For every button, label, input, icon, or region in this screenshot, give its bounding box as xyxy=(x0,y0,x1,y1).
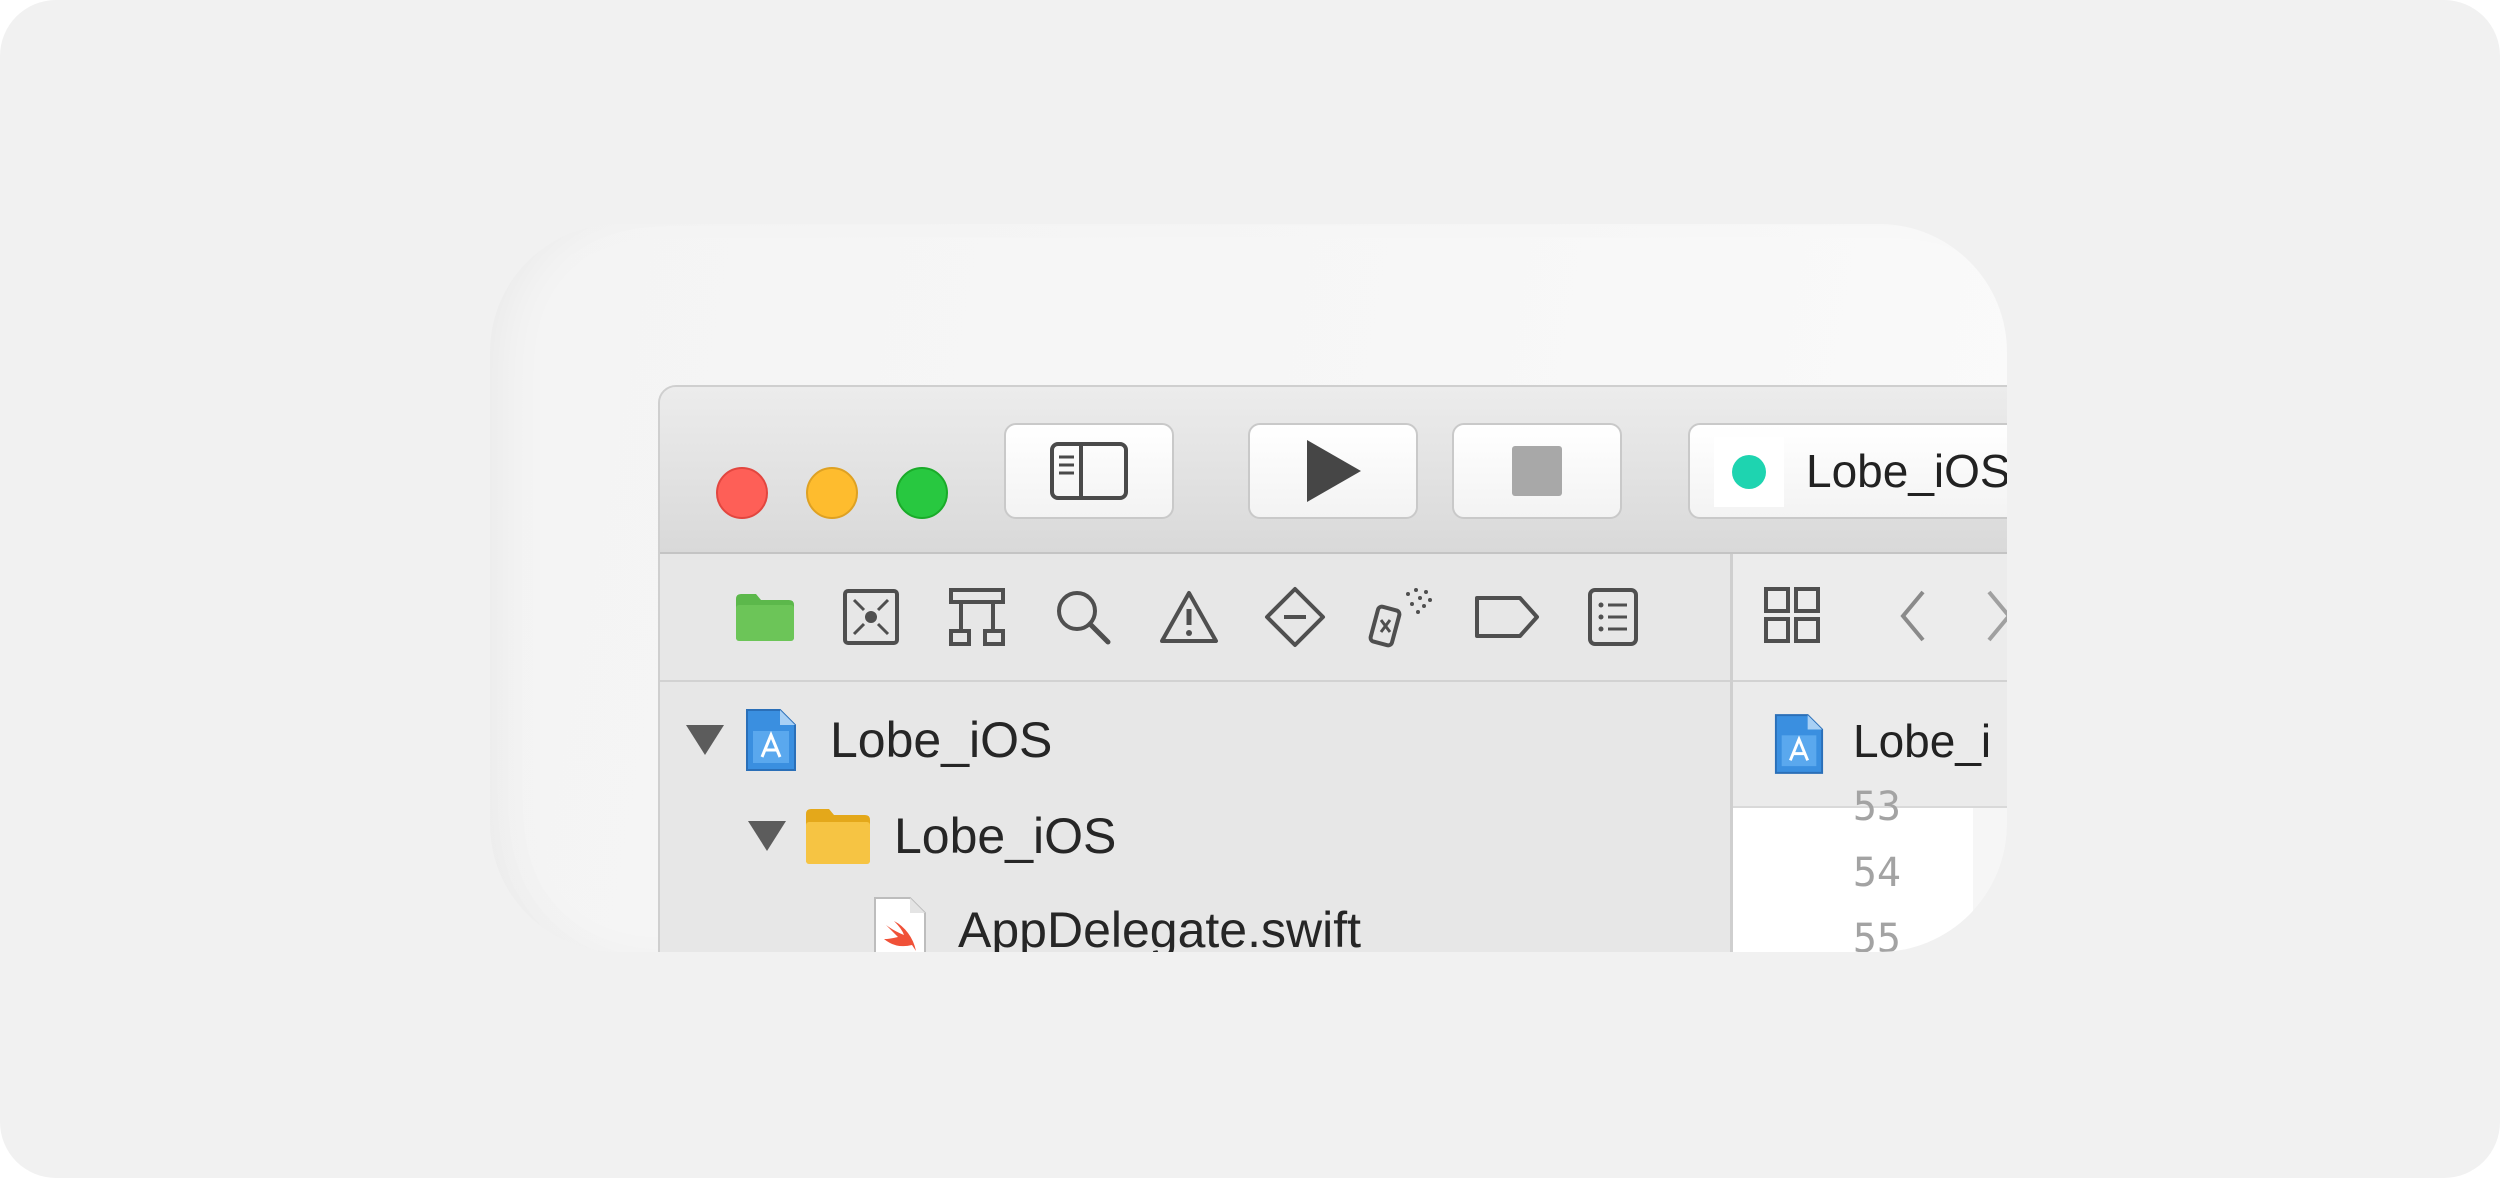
zoom-button[interactable] xyxy=(896,467,948,519)
search-icon xyxy=(1057,591,1111,645)
folder-icon xyxy=(806,809,870,864)
swift-file-icon xyxy=(874,897,926,952)
disclosure-triangle-icon[interactable] xyxy=(748,821,786,851)
navigator-pane: Lobe_iOS Lobe_iOS AppDelegate.swift xyxy=(660,554,1730,952)
editor-pane: Lobe_i 53 54 55 xyxy=(1733,554,2007,952)
background: Lobe_iOS Lobe_iOS Lobe_iOS AppDelegate.s… xyxy=(0,0,2500,1178)
tree-row-label: AppDelegate.swift xyxy=(958,902,1362,952)
tree-row-group[interactable]: Lobe_iOS xyxy=(748,796,1116,876)
project-navigator-tab[interactable] xyxy=(732,584,798,650)
line-number: 55 xyxy=(1852,916,1901,952)
toggle-navigator-button[interactable] xyxy=(1004,423,1174,519)
breakpoint-icon xyxy=(1475,596,1539,638)
xcode-window: Lobe_iOS Lobe_iOS Lobe_iOS AppDelegate.s… xyxy=(658,385,2007,952)
screenshot-card: Lobe_iOS Lobe_iOS Lobe_iOS AppDelegate.s… xyxy=(490,224,2007,952)
disclosure-triangle-icon[interactable] xyxy=(686,725,724,755)
line-number-gutter: 53 54 55 xyxy=(1733,784,1973,952)
window-toolbar: Lobe_iOS xyxy=(660,387,2007,554)
test-diamond-icon xyxy=(1265,587,1325,647)
scheme-label: Lobe_iOS xyxy=(1806,445,2007,497)
find-navigator-tab[interactable] xyxy=(1050,584,1116,650)
xcode-project-icon xyxy=(746,709,796,771)
tree-row-label: Lobe_iOS xyxy=(894,808,1117,864)
tree-row-label: Lobe_iOS xyxy=(830,712,1053,768)
test-navigator-tab[interactable] xyxy=(1262,584,1328,650)
navigator-selector-bar xyxy=(660,554,1730,682)
editor-tab-label: Lobe_i xyxy=(1853,715,1992,767)
play-icon xyxy=(1307,440,1361,502)
hierarchy-icon xyxy=(949,588,1005,646)
scheme-selector[interactable]: Lobe_iOS xyxy=(1688,423,2007,519)
line-number: 54 xyxy=(1852,850,1901,896)
line-number: 53 xyxy=(1852,784,1901,830)
xcode-project-icon xyxy=(1774,714,1824,774)
source-control-navigator-tab[interactable] xyxy=(838,584,904,650)
issue-navigator-tab[interactable] xyxy=(1156,584,1222,650)
warning-icon xyxy=(1160,591,1218,643)
close-button[interactable] xyxy=(716,467,768,519)
grid-icon[interactable] xyxy=(1763,586,1823,646)
chevron-left-icon[interactable] xyxy=(1893,586,1933,646)
report-list-icon xyxy=(1588,588,1638,646)
run-button[interactable] xyxy=(1248,423,1418,519)
spray-icon xyxy=(1368,588,1432,648)
minimize-button[interactable] xyxy=(806,467,858,519)
scheme-status-icon xyxy=(1714,437,1784,507)
breakpoint-navigator-tab[interactable] xyxy=(1474,584,1540,650)
tree-row-project[interactable]: Lobe_iOS xyxy=(686,700,1052,780)
debug-navigator-tab[interactable] xyxy=(1368,584,1434,650)
stop-button[interactable] xyxy=(1452,423,1622,519)
source-control-icon xyxy=(843,589,899,645)
editor-jump-bar xyxy=(1733,554,2007,682)
folder-icon xyxy=(736,594,794,641)
stop-icon xyxy=(1512,446,1562,496)
tree-row-file[interactable]: AppDelegate.swift xyxy=(872,890,1361,952)
status-dot-icon xyxy=(1732,455,1766,489)
symbol-navigator-tab[interactable] xyxy=(944,584,1010,650)
sidebar-icon xyxy=(1050,442,1128,500)
report-navigator-tab[interactable] xyxy=(1580,584,1646,650)
chevron-right-icon[interactable] xyxy=(1979,586,2007,646)
